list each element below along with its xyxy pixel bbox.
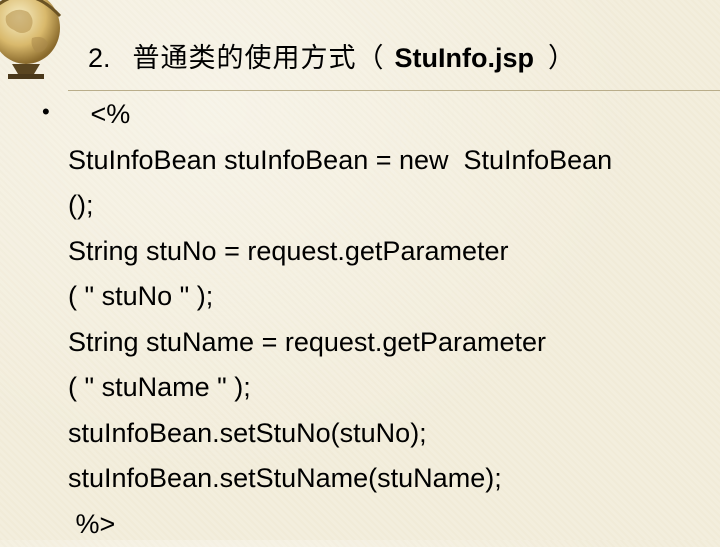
code-line: <% [68,92,720,138]
title-chinese-text: 普通类的使用方式（ [133,43,385,74]
code-line: (); [68,183,720,229]
title-filename: StuInfo.jsp [395,43,534,73]
globe-icon [0,0,66,86]
bullet-marker: • [42,97,50,127]
code-line: ( " stuName " ); [68,365,720,411]
code-line: ( " stuNo " ); [68,274,720,320]
slide-title: 2. 普通类的使用方式（ StuInfo.jsp ） [88,40,576,77]
title-divider [68,90,720,91]
code-block: <% StuInfoBean stuInfoBean = new StuInfo… [68,92,720,547]
code-line: StuInfoBean stuInfoBean = new StuInfoBea… [68,138,720,184]
code-line: String stuName = request.getParameter [68,320,720,366]
code-line: %> [68,502,720,547]
title-number: 2. [88,43,111,73]
code-line: stuInfoBean.setStuName(stuName); [68,456,720,502]
title-close-paren: ） [548,43,576,74]
code-line: stuInfoBean.setStuNo(stuNo); [68,411,720,457]
code-line: String stuNo = request.getParameter [68,229,720,275]
